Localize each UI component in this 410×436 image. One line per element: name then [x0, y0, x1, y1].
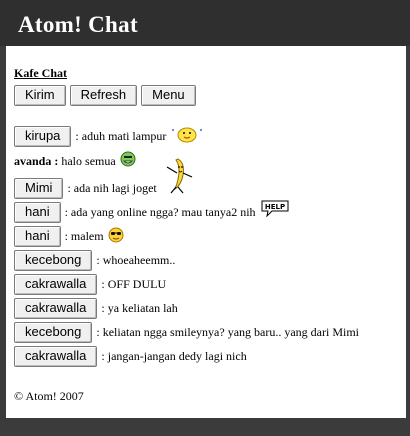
message-row: Mimi : ada nih lagi joget: [14, 158, 404, 199]
message-row: cakrawalla : OFF DULU: [14, 274, 404, 295]
message-row: cakrawalla : ya keliatan lah: [14, 298, 404, 319]
cool-sunglasses-icon: [108, 227, 124, 247]
nick-button[interactable]: kecebong: [14, 322, 93, 343]
nick-button[interactable]: hani: [14, 202, 61, 223]
help-bubble-icon: HELP: [260, 199, 290, 221]
message-text: OFF DULU: [107, 277, 167, 291]
message-text: keliatan ngga smileynya? yang baru.. yan…: [102, 325, 359, 339]
message-row: kecebong : whoeaheemm..: [14, 250, 404, 271]
message-text: aduh mati lampur: [81, 128, 167, 143]
message-row: kecebong : keliatan ngga smileynya? yang…: [14, 322, 404, 343]
nick-button[interactable]: cakrawalla: [14, 298, 98, 319]
app-title: Atom! Chat: [18, 12, 138, 37]
message-row: avanda : halo semua: [14, 151, 404, 171]
message-text: whoeaheemm..: [102, 253, 176, 267]
grin-icon: [120, 151, 136, 171]
toolbar: Kirim Refresh Menu: [14, 85, 404, 106]
message-text: jangan-jangan dedy lagi nich: [107, 349, 247, 363]
copyright-footer: © Atom! 2007: [14, 389, 84, 403]
refresh-button[interactable]: Refresh: [69, 85, 138, 106]
nick-button[interactable]: Mimi: [14, 177, 64, 199]
app-header: Atom! Chat: [0, 0, 410, 46]
message-text: ada yang online ngga? mau tanya2 nih: [70, 205, 256, 219]
message-list: kirupa : aduh mati lampur avanda : halo …: [14, 124, 404, 367]
nick-button[interactable]: kecebong: [14, 250, 93, 271]
message-row: kirupa : aduh mati lampur: [14, 124, 404, 148]
dancing-banana-icon: [161, 155, 197, 199]
room-title: Kafe Chat: [14, 66, 67, 80]
message-text: ya keliatan lah: [107, 301, 178, 315]
nick-button[interactable]: cakrawalla: [14, 346, 98, 367]
message-text: malem: [70, 229, 104, 243]
nick-button[interactable]: kirupa: [14, 125, 72, 147]
nick-button[interactable]: cakrawalla: [14, 274, 98, 295]
nick-button[interactable]: hani: [14, 226, 61, 247]
message-text: ada nih lagi joget: [73, 180, 157, 195]
message-row: cakrawalla : jangan-jangan dedy lagi nic…: [14, 346, 404, 367]
send-button[interactable]: Kirim: [14, 85, 66, 106]
help-bubble-text: HELP: [264, 203, 284, 211]
message-text: halo semua: [61, 153, 116, 168]
message-row: hani : malem: [14, 226, 404, 247]
chat-content: Kafe Chat Kirim Refresh Menu kirupa : ad…: [14, 66, 404, 404]
message-row: hani : ada yang online ngga? mau tanya2 …: [14, 199, 404, 223]
nick-label: avanda: [14, 153, 52, 168]
chick-icon: [170, 124, 204, 148]
menu-button[interactable]: Menu: [141, 85, 196, 106]
